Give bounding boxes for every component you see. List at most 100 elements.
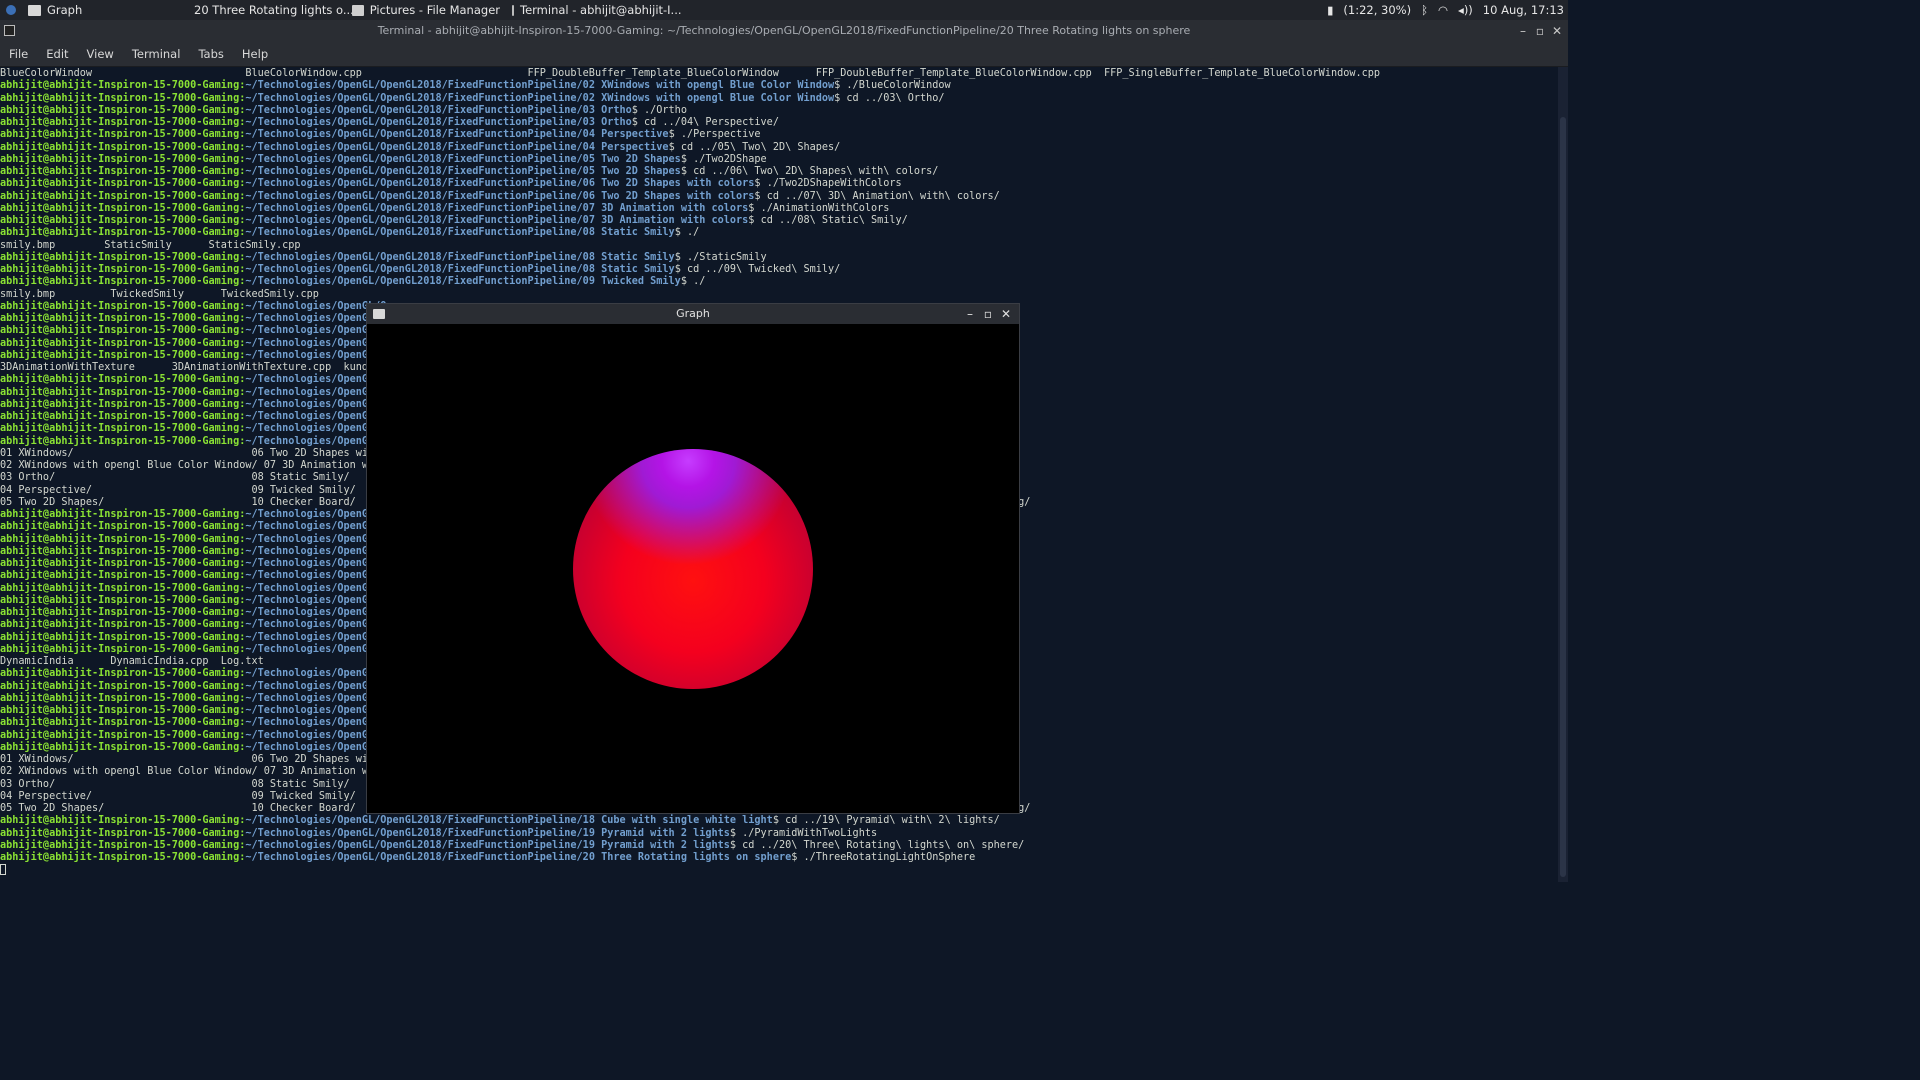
terminal-command-line: abhijit@abhijit-Inspiron-15-7000-Gaming:… [0, 154, 1558, 166]
prompt-path: ~/Technologies/OpenGL/OpenGL2018/FixedFu… [245, 251, 675, 263]
prompt-user: abhijit@abhijit-Inspiron-15-7000-Gaming: [0, 411, 246, 422]
terminal-command-line: abhijit@abhijit-Inspiron-15-7000-Gaming:… [0, 142, 1558, 154]
command-text: $ ./Perspective [668, 129, 761, 141]
terminal-menubar: File Edit View Terminal Tabs Help [0, 42, 1568, 67]
taskbar-label: Terminal - abhijit@abhijit-I... [520, 3, 682, 17]
terminal-command-line: abhijit@abhijit-Inspiron-15-7000-Gaming:… [0, 264, 1558, 276]
terminal-command-line: abhijit@abhijit-Inspiron-15-7000-Gaming:… [0, 93, 1558, 105]
maximize-button[interactable]: ▫ [984, 304, 992, 324]
menu-help[interactable]: Help [233, 47, 277, 61]
bluetooth-icon[interactable]: ᛒ [1421, 3, 1428, 17]
prompt-path: ~/Technologies/OpenGL/OpenGL2018/FixedFu… [245, 92, 835, 104]
prompt-user: abhijit@abhijit-Inspiron-15-7000-Gaming: [0, 852, 246, 863]
minimize-button[interactable]: – [1520, 20, 1526, 42]
app-menu-button[interactable] [0, 0, 22, 20]
prompt-path: ~/Technologies/OpenGL/OpenGL2018/FixedFu… [245, 80, 835, 92]
lit-sphere [573, 449, 813, 689]
prompt-user: abhijit@abhijit-Inspiron-15-7000-Gaming: [0, 227, 246, 239]
prompt-user: abhijit@abhijit-Inspiron-15-7000-Gaming: [0, 215, 246, 226]
menu-tabs[interactable]: Tabs [189, 47, 232, 61]
menu-view[interactable]: View [78, 47, 123, 61]
prompt-user: abhijit@abhijit-Inspiron-15-7000-Gaming: [0, 264, 246, 275]
taskbar-item-terminal[interactable]: Terminal - abhijit@abhijit-I... [506, 0, 682, 20]
taskbar-label: 20 Three Rotating lights o... [194, 3, 354, 17]
close-button[interactable]: ✕ [1552, 20, 1562, 42]
graph-window[interactable]: Graph – ▫ ✕ [366, 303, 1020, 814]
terminal-command-line: abhijit@abhijit-Inspiron-15-7000-Gaming:… [0, 840, 1558, 852]
command-text: $ ./Two2DShape [680, 153, 767, 165]
prompt-user: abhijit@abhijit-Inspiron-15-7000-Gaming: [0, 815, 246, 827]
graph-titlebar[interactable]: Graph – ▫ ✕ [367, 304, 1019, 324]
prompt-user: abhijit@abhijit-Inspiron-15-7000-Gaming: [0, 692, 246, 704]
terminal-command-line: abhijit@abhijit-Inspiron-15-7000-Gaming:… [0, 276, 1558, 288]
terminal-command-line: abhijit@abhijit-Inspiron-15-7000-Gaming:… [0, 828, 1558, 840]
taskbar-item-folder[interactable]: 20 Three Rotating lights o... [182, 0, 354, 20]
prompt-path: ~/Technologies/OpenGL/OpenGL2018/FixedFu… [245, 166, 681, 177]
prompt-user: abhijit@abhijit-Inspiron-15-7000-Gaming: [0, 386, 246, 398]
command-text: $ ./ [674, 227, 700, 239]
prompt-user: abhijit@abhijit-Inspiron-15-7000-Gaming: [0, 300, 246, 312]
terminal-scrollbar[interactable] [1558, 67, 1568, 882]
prompt-path: ~/Technologies/OpenGL/OpenGL2018/FixedFu… [245, 827, 730, 839]
prompt-user: abhijit@abhijit-Inspiron-15-7000-Gaming: [0, 276, 246, 288]
terminal-command-line: abhijit@abhijit-Inspiron-15-7000-Gaming:… [0, 252, 1558, 264]
wifi-icon[interactable]: ◠ [1438, 3, 1448, 17]
scrollbar-thumb[interactable] [1560, 117, 1566, 877]
taskbar-item-graph[interactable]: Graph [22, 0, 182, 20]
command-text: $ cd ../04\ Perspective/ [631, 117, 779, 128]
prompt-path: ~/Technologies/OpenGL/OpenGL2018/FixedFu… [245, 190, 755, 202]
prompt-user: abhijit@abhijit-Inspiron-15-7000-Gaming: [0, 680, 246, 692]
prompt-user: abhijit@abhijit-Inspiron-15-7000-Gaming: [0, 558, 246, 569]
command-text: $ ./Two2DShapeWithColors [754, 178, 902, 190]
taskbar-item-file-manager[interactable]: Pictures - File Manager [346, 0, 506, 20]
command-text: $ ./ThreeRotatingLightOnSphere [791, 852, 976, 863]
menu-edit[interactable]: Edit [37, 47, 77, 61]
prompt-user: abhijit@abhijit-Inspiron-15-7000-Gaming: [0, 619, 246, 631]
prompt-path: ~/Technologies/OpenGL/OpenGL2018/FixedFu… [245, 129, 669, 141]
volume-icon[interactable]: ◂)) [1458, 3, 1473, 17]
terminal-command-line: abhijit@abhijit-Inspiron-15-7000-Gaming:… [0, 203, 1558, 215]
terminal-app-icon [4, 25, 15, 36]
prompt-path: ~/Technologies/OpenGL/OpenGL2018/FixedFu… [245, 264, 675, 275]
prompt-user: abhijit@abhijit-Inspiron-15-7000-Gaming: [0, 839, 246, 851]
prompt-user: abhijit@abhijit-Inspiron-15-7000-Gaming: [0, 827, 246, 839]
command-text: $ cd ../07\ 3D\ Animation\ with\ colors/ [754, 190, 1000, 202]
prompt-user: abhijit@abhijit-Inspiron-15-7000-Gaming: [0, 607, 246, 618]
prompt-path: ~/Technologies/OpenGL/OpenGL2018/FixedFu… [245, 215, 749, 226]
prompt-path: ~/Technologies/OpenGL/OpenGL2018/FixedFu… [245, 227, 675, 239]
command-text: $ ./StaticSmily [674, 251, 767, 263]
minimize-button[interactable]: – [967, 304, 973, 324]
terminal-command-line: abhijit@abhijit-Inspiron-15-7000-Gaming:… [0, 852, 1558, 864]
terminal-output-line: BlueColorWindow BlueColorWindow.cpp FFP_… [0, 68, 1381, 79]
close-button[interactable]: ✕ [1001, 304, 1011, 324]
prompt-path: ~/Technologies/OpenGL/OpenGL2018/FixedFu… [245, 815, 773, 827]
clock[interactable]: 10 Aug, 17:13 [1483, 3, 1564, 17]
prompt-path: ~/Technologies/OpenGL/OpenGL2018/FixedFu… [245, 202, 749, 214]
command-text: $ ./ [680, 276, 706, 288]
terminal-icon [512, 4, 514, 16]
opengl-canvas[interactable] [367, 324, 1019, 813]
taskbar-label: Graph [47, 3, 83, 17]
prompt-path: ~/Technologies/OpenGL/OpenGL2018/FixedFu… [245, 153, 681, 165]
top-panel: Graph 20 Three Rotating lights o... Pict… [0, 0, 1568, 20]
prompt-user: abhijit@abhijit-Inspiron-15-7000-Gaming: [0, 521, 246, 533]
command-text: $ cd ../03\ Ortho/ [834, 92, 945, 104]
terminal-command-line: abhijit@abhijit-Inspiron-15-7000-Gaming:… [0, 166, 1558, 178]
prompt-path: ~/Technologies/OpenGL/OpenGL2018/FixedFu… [245, 178, 755, 190]
battery-icon[interactable]: ▮ [1327, 3, 1333, 17]
prompt-user: abhijit@abhijit-Inspiron-15-7000-Gaming: [0, 594, 246, 606]
menu-file[interactable]: File [0, 47, 37, 61]
prompt-user: abhijit@abhijit-Inspiron-15-7000-Gaming: [0, 374, 246, 386]
prompt-user: abhijit@abhijit-Inspiron-15-7000-Gaming: [0, 104, 246, 116]
menu-terminal[interactable]: Terminal [123, 47, 190, 61]
taskbar-label: Pictures - File Manager [369, 3, 500, 17]
prompt-user: abhijit@abhijit-Inspiron-15-7000-Gaming: [0, 570, 246, 582]
command-text: $ ./AnimationWithColors [748, 202, 890, 214]
maximize-button[interactable]: ▫ [1536, 20, 1544, 42]
prompt-user: abhijit@abhijit-Inspiron-15-7000-Gaming: [0, 349, 246, 361]
prompt-user: abhijit@abhijit-Inspiron-15-7000-Gaming: [0, 398, 246, 410]
prompt-user: abhijit@abhijit-Inspiron-15-7000-Gaming: [0, 202, 246, 214]
command-text: $ ./BlueColorWindow [834, 80, 951, 92]
prompt-user: abhijit@abhijit-Inspiron-15-7000-Gaming: [0, 80, 246, 92]
prompt-user: abhijit@abhijit-Inspiron-15-7000-Gaming: [0, 166, 246, 177]
